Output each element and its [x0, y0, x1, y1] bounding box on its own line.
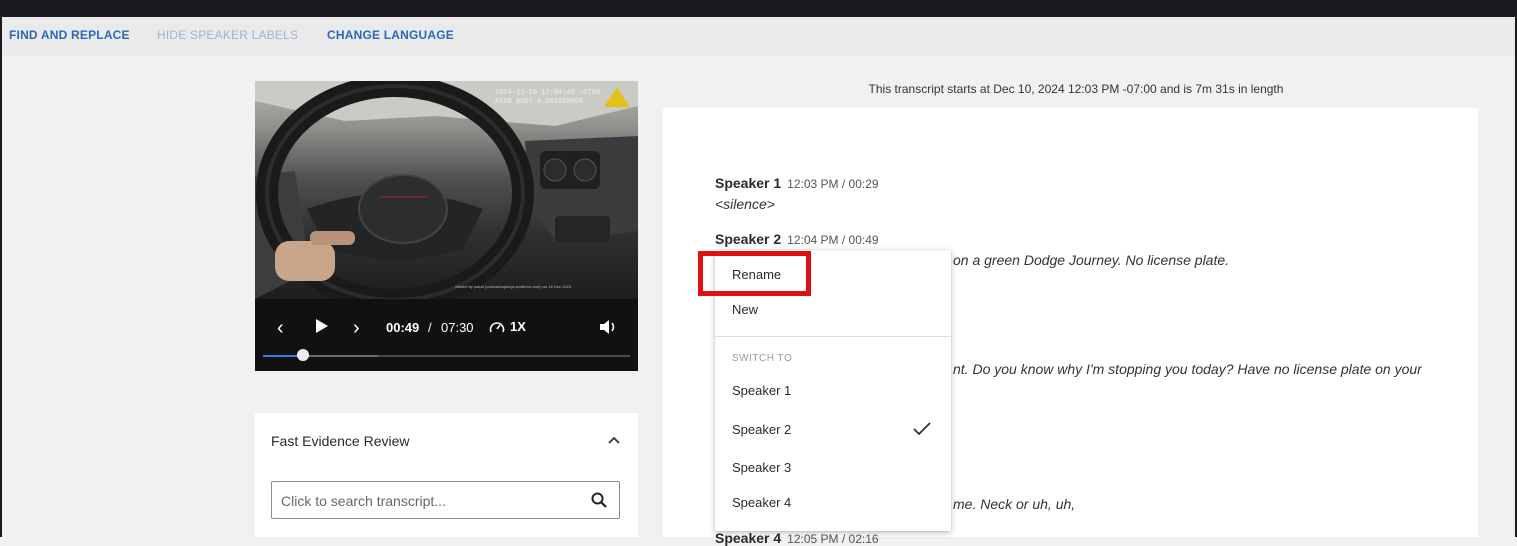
seek-handle[interactable] — [297, 349, 309, 361]
switch-speaker-4-item[interactable]: Speaker 4 — [732, 495, 791, 510]
switch-speaker-1-item[interactable]: Speaker 1 — [732, 383, 791, 398]
switch-speaker-2-item[interactable]: Speaker 2 — [732, 422, 791, 437]
svg-text:2024-12-10 12:04:49 -0700: 2024-12-10 12:04:49 -0700 — [495, 89, 600, 97]
transcript-entry-header: Speaker 1 12:03 PM / 00:29 — [715, 175, 879, 191]
menu-divider — [715, 336, 951, 337]
volume-icon[interactable] — [599, 319, 619, 338]
transcript-text[interactable]: on a green Dodge Journey. No license pla… — [953, 252, 1229, 268]
svg-text:AXON BODY 4 D01A09000: AXON BODY 4 D01A09000 — [495, 98, 583, 106]
change-language-button[interactable]: CHANGE LANGUAGE — [327, 28, 454, 42]
entry-timestamp[interactable]: 12:04 PM / 00:49 — [787, 233, 878, 247]
transcript-entry-header: Speaker 4 12:05 PM / 02:16 — [715, 530, 879, 546]
switch-to-heading: SWITCH TO — [732, 353, 793, 364]
speaker-label[interactable]: Speaker 2 — [715, 231, 781, 247]
next-chevron-icon[interactable]: › — [353, 317, 360, 340]
svg-text:viewed by patrol (coloradospri: viewed by patrol (coloradosprings.eviden… — [455, 284, 572, 289]
transcript-search-input[interactable] — [272, 482, 583, 520]
check-icon — [913, 422, 931, 441]
fast-evidence-review-title: Fast Evidence Review — [271, 433, 410, 449]
transcript-info: This transcript starts at Dec 10, 2024 1… — [868, 82, 1284, 96]
entry-timestamp[interactable]: 12:05 PM / 02:16 — [787, 532, 878, 546]
new-speaker-menu-item[interactable]: New — [732, 302, 758, 317]
speaker-label[interactable]: Speaker 4 — [715, 530, 781, 546]
transcript-toolbar: FIND AND REPLACE HIDE SPEAKER LABELS CHA… — [2, 17, 1515, 56]
search-icon[interactable] — [591, 492, 607, 513]
previous-chevron-icon[interactable]: ‹ — [277, 317, 284, 340]
collapse-chevron-up-icon[interactable] — [608, 433, 620, 447]
dashboard-scene-image: 2024-12-10 12:04:49 -0700 AXON BODY 4 D0… — [255, 81, 638, 299]
playback-speed-label[interactable]: 1X — [510, 319, 526, 334]
find-and-replace-button[interactable]: FIND AND REPLACE — [9, 28, 130, 42]
player-controls — [255, 299, 638, 371]
fast-evidence-review-panel: Fast Evidence Review — [255, 413, 638, 537]
duration: 07:30 — [441, 320, 474, 335]
transcript-entry-header: Speaker 2 12:04 PM / 00:49 — [715, 231, 879, 247]
time-separator: / — [428, 320, 432, 335]
current-time: 00:49 — [386, 320, 420, 335]
entry-timestamp[interactable]: 12:03 PM / 00:29 — [787, 177, 878, 191]
transcript-text[interactable]: me. Neck or uh, uh, — [953, 496, 1075, 512]
rename-highlight-box — [698, 251, 811, 296]
switch-speaker-3-item[interactable]: Speaker 3 — [732, 460, 791, 475]
play-icon[interactable] — [315, 318, 329, 337]
transcript-search-box — [271, 481, 620, 520]
speaker-label[interactable]: Speaker 1 — [715, 175, 781, 191]
playback-speed-icon[interactable] — [489, 320, 505, 337]
hide-speaker-labels-button[interactable]: HIDE SPEAKER LABELS — [157, 28, 298, 42]
window-frame-top — [0, 0, 1517, 17]
video-player[interactable]: 2024-12-10 12:04:49 -0700 AXON BODY 4 D0… — [255, 81, 638, 371]
video-frame: 2024-12-10 12:04:49 -0700 AXON BODY 4 D0… — [255, 81, 638, 299]
transcript-text[interactable]: nt. Do you know why I'm stopping you tod… — [953, 361, 1422, 377]
window-frame-left — [0, 17, 2, 537]
transcript-text[interactable]: <silence> — [715, 196, 775, 212]
